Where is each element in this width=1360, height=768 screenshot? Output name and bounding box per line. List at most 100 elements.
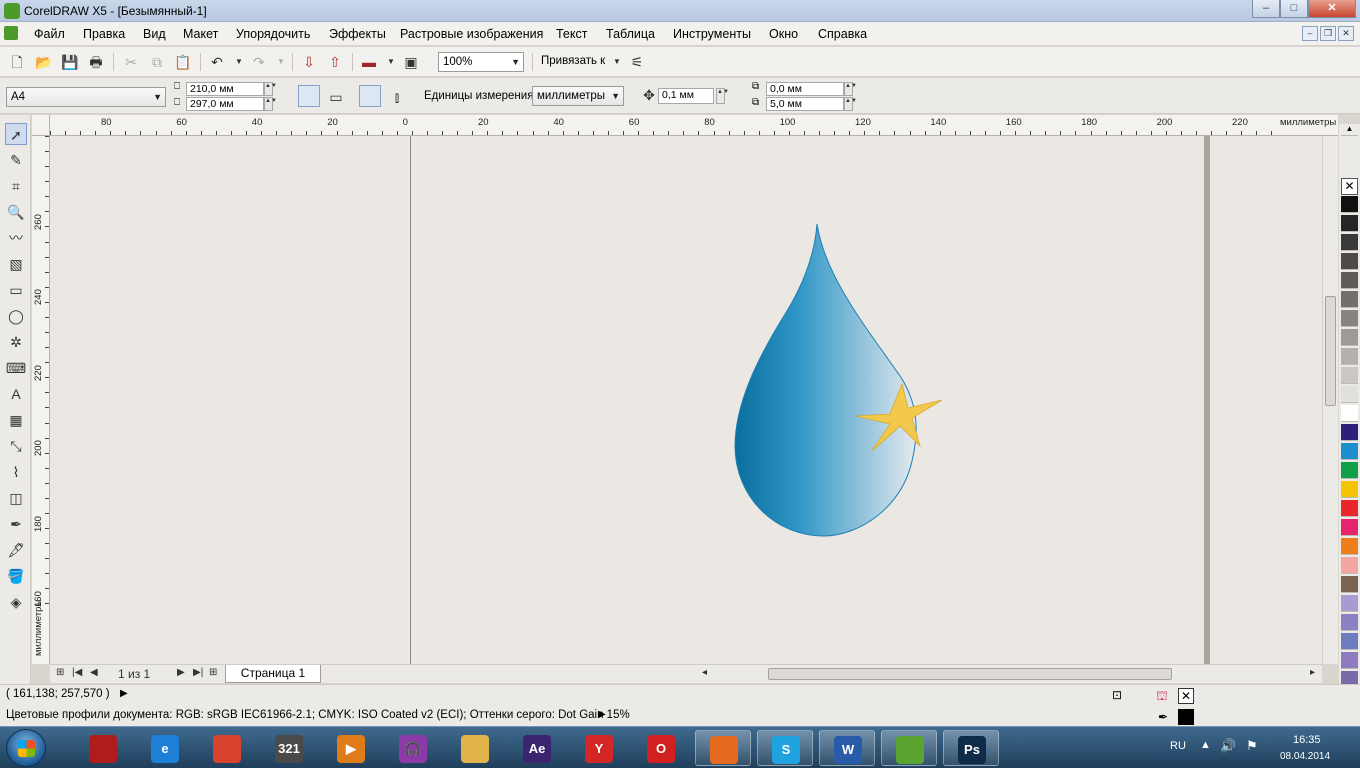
basic-shapes-tool-icon[interactable]: ⌨: [5, 357, 27, 379]
taskbar-app-audio[interactable]: 🎧: [385, 730, 441, 766]
pick-tool-icon[interactable]: ➚: [5, 123, 27, 145]
menu-effects[interactable]: Эффекты: [329, 27, 386, 41]
action-center-flag-icon[interactable]: ⚑: [1246, 738, 1258, 754]
color-swatch[interactable]: [1341, 652, 1358, 669]
taskbar-app-yandex-browser[interactable]: Y: [571, 730, 627, 766]
ruler-origin[interactable]: [32, 115, 50, 136]
color-swatch[interactable]: [1341, 272, 1358, 289]
color-swatch[interactable]: [1341, 443, 1358, 460]
taskbar-app-word[interactable]: W: [819, 730, 875, 766]
save-icon[interactable]: 💾: [61, 53, 79, 71]
landscape-icon[interactable]: ▭: [327, 88, 345, 106]
rectangle-tool-icon[interactable]: ▭: [5, 279, 27, 301]
color-swatch[interactable]: [1341, 462, 1358, 479]
menu-window[interactable]: Окно: [769, 27, 798, 41]
menu-table[interactable]: Таблица: [606, 27, 655, 41]
color-swatch[interactable]: [1341, 557, 1358, 574]
menu-text[interactable]: Текст: [556, 27, 587, 41]
portrait-button[interactable]: [298, 85, 320, 107]
color-swatch[interactable]: [1341, 367, 1358, 384]
outline-color-swatch[interactable]: [1178, 709, 1194, 725]
taskbar-app-photoshop[interactable]: Ps: [943, 730, 999, 766]
drawing-canvas[interactable]: [50, 136, 1322, 664]
color-swatch[interactable]: [1341, 253, 1358, 270]
clock-date[interactable]: 08.04.2014: [1280, 751, 1330, 762]
polygon-tool-icon[interactable]: ✲: [5, 331, 27, 353]
scroll-right-icon[interactable]: ▸: [1310, 667, 1315, 678]
color-swatch[interactable]: [1341, 348, 1358, 365]
launcher-dropdown-icon[interactable]: ▼: [382, 53, 400, 71]
color-swatch[interactable]: [1341, 481, 1358, 498]
menu-tools[interactable]: Инструменты: [673, 27, 751, 41]
height-spinner[interactable]: ▲▼: [264, 97, 277, 111]
color-swatch[interactable]: [1341, 519, 1358, 536]
new-document-icon[interactable]: 🗋: [8, 53, 26, 71]
page-tab[interactable]: Страница 1: [225, 665, 321, 683]
duplicate-y-field[interactable]: 5,0 мм: [766, 97, 844, 111]
snap-dropdown-icon[interactable]: ▼: [608, 53, 626, 71]
text-tool-icon[interactable]: A: [5, 383, 27, 405]
menu-bitmaps[interactable]: Растровые изображения: [400, 27, 543, 41]
options-icon[interactable]: ⚟: [628, 53, 646, 71]
undo-icon[interactable]: ↶: [208, 53, 226, 71]
taskbar-app-opera[interactable]: O: [633, 730, 689, 766]
zoom-level-combo[interactable]: 100% ▼: [438, 52, 524, 72]
horizontal-scroll-thumb[interactable]: [768, 668, 1172, 680]
color-swatch[interactable]: [1341, 633, 1358, 650]
menu-help[interactable]: Справка: [818, 27, 867, 41]
camera-icon[interactable]: ⊡: [1112, 688, 1122, 702]
color-swatch[interactable]: [1341, 329, 1358, 346]
fill-none-swatch[interactable]: ✕: [1178, 688, 1194, 704]
language-indicator[interactable]: RU: [1170, 740, 1186, 752]
doc-minimize-button[interactable]: –: [1302, 26, 1318, 41]
doc-restore-button[interactable]: ❐: [1320, 26, 1336, 41]
first-page-icon[interactable]: |◀: [72, 667, 82, 678]
menu-layout[interactable]: Макет: [183, 27, 218, 41]
vertical-ruler[interactable]: миллиметры 260 240 220 200 180 160: [32, 136, 50, 664]
clock-time[interactable]: 16:35: [1293, 734, 1321, 746]
duplicate-x-spinner[interactable]: ▲▼: [844, 82, 857, 96]
nudge-distance-field[interactable]: 0,1 мм: [658, 88, 714, 104]
status-expand-icon[interactable]: ▶: [120, 688, 128, 699]
redo-dropdown-icon[interactable]: ▼: [272, 53, 290, 71]
last-page-icon[interactable]: ▶|: [193, 667, 203, 678]
taskbar-app-coreldraw[interactable]: [881, 730, 937, 766]
previous-page-icon[interactable]: ◀: [90, 667, 98, 678]
blend-tool-icon[interactable]: ◫: [5, 487, 27, 509]
application-launcher-icon[interactable]: ▬: [360, 53, 378, 71]
outline-pen-tool-icon[interactable]: 🖋: [5, 539, 27, 561]
document-icon[interactable]: [4, 26, 18, 40]
color-swatch[interactable]: [1341, 215, 1358, 232]
palette-scroll-up-icon[interactable]: ▲: [1341, 124, 1358, 136]
eyedropper-tool-icon[interactable]: ✒: [5, 513, 27, 535]
color-swatch[interactable]: [1341, 386, 1358, 403]
crop-tool-icon[interactable]: ⌗: [5, 175, 27, 197]
water-drop-shape[interactable]: [734, 223, 917, 537]
profiles-expand-icon[interactable]: ▶: [598, 709, 606, 720]
horizontal-scrollbar[interactable]: ◂ ▸: [700, 664, 1322, 683]
connector-tool-icon[interactable]: ⌇: [5, 461, 27, 483]
menu-file[interactable]: Файл: [34, 27, 65, 41]
snap-to-label[interactable]: Привязать к: [541, 55, 605, 67]
cut-icon[interactable]: ✂: [122, 53, 140, 71]
taskbar-app-internet-explorer[interactable]: e: [137, 730, 193, 766]
open-icon[interactable]: 📂: [35, 53, 53, 71]
freehand-tool-icon[interactable]: 〰: [5, 227, 27, 249]
paper-size-combo[interactable]: A4 ▼: [6, 87, 166, 107]
taskbar-app-video-converter[interactable]: ▶: [323, 730, 379, 766]
fill-tool-icon[interactable]: 🪣: [5, 565, 27, 587]
paper-height-field[interactable]: 297,0 мм: [186, 97, 264, 111]
taskbar-app-firefox[interactable]: [695, 730, 751, 766]
taskbar-app-adobe-creative-cloud[interactable]: [75, 730, 131, 766]
start-button[interactable]: [6, 729, 46, 767]
ellipse-tool-icon[interactable]: ◯: [5, 305, 27, 327]
vertical-scrollbar[interactable]: [1322, 136, 1338, 664]
color-swatch[interactable]: [1341, 291, 1358, 308]
redo-icon[interactable]: ↷: [250, 53, 268, 71]
current-page-icon[interactable]: ⫾: [388, 88, 406, 106]
import-icon[interactable]: ⇩: [300, 53, 318, 71]
color-swatch[interactable]: [1341, 424, 1358, 441]
horizontal-ruler[interactable]: миллиметры 80 60 40 20 0 20 40 60 80 100 120 140 160…: [50, 115, 1338, 136]
dimension-tool-icon[interactable]: ⤡: [5, 435, 27, 457]
next-page-icon[interactable]: ▶: [177, 667, 185, 678]
